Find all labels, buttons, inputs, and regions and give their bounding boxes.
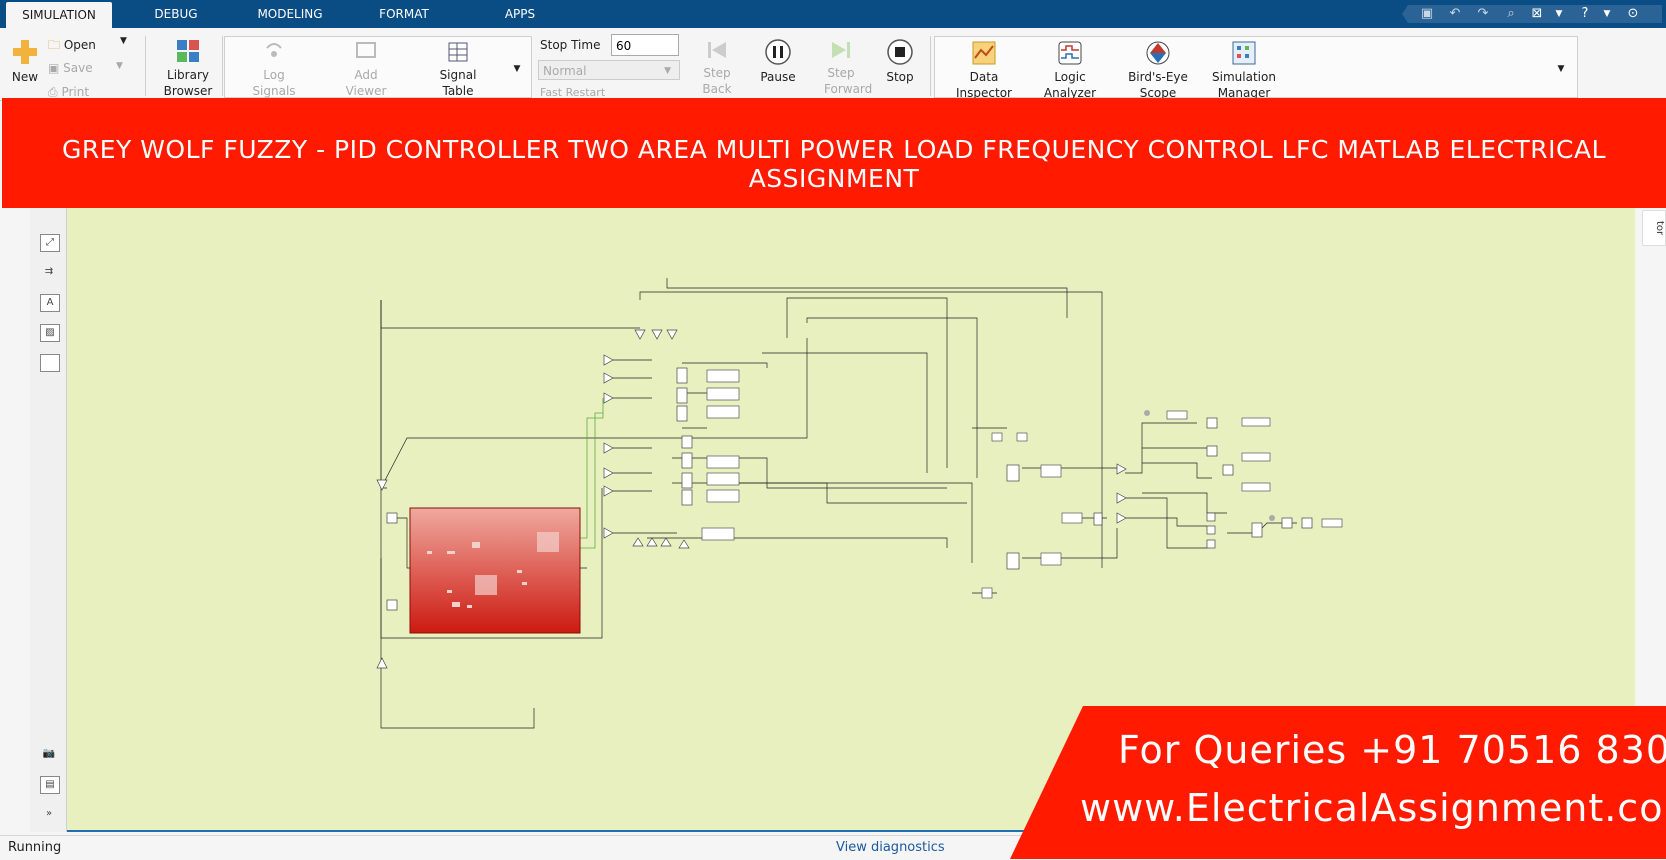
ribbon-tab-bar: SIMULATION DEBUG MODELING FORMAT APPS ▣ … bbox=[0, 0, 1666, 28]
chevron-down-icon: ▼ bbox=[664, 66, 671, 76]
undo-icon[interactable]: ↶ bbox=[1446, 5, 1464, 23]
step-forward-icon bbox=[832, 42, 850, 58]
stop-button[interactable]: Stop bbox=[880, 38, 920, 85]
expand-palette-icon[interactable]: » bbox=[40, 806, 58, 822]
review-expand-icon[interactable]: ▼ bbox=[1554, 64, 1568, 74]
step-back-button[interactable]: Step Back bbox=[700, 38, 734, 97]
annotation-icon[interactable]: A bbox=[40, 294, 60, 312]
simulation-manager-icon bbox=[1232, 41, 1256, 65]
log-signals-icon bbox=[266, 43, 282, 57]
tab-simulation[interactable]: SIMULATION bbox=[6, 2, 112, 28]
chevron-down-icon[interactable]: ▼ bbox=[1550, 5, 1568, 23]
step-back-icon bbox=[708, 42, 726, 58]
tab-apps[interactable]: APPS bbox=[468, 0, 572, 28]
community-icon[interactable]: ⊠ bbox=[1528, 5, 1546, 23]
website-text: www.ElectricalAssignment.com bbox=[1080, 786, 1666, 830]
help-icon[interactable]: ? bbox=[1576, 5, 1594, 23]
left-edge bbox=[0, 208, 30, 832]
property-inspector-tab[interactable]: tor bbox=[1642, 210, 1666, 246]
add-viewer-button[interactable]: Add Viewer bbox=[338, 40, 394, 99]
divider bbox=[930, 36, 931, 96]
view-diagnostics-link[interactable]: View diagnostics bbox=[836, 840, 945, 855]
stop-icon bbox=[887, 39, 913, 65]
fuzzy-controller-subsystem[interactable] bbox=[409, 507, 581, 634]
new-button[interactable]: New bbox=[8, 38, 42, 85]
search-icon[interactable]: ⌕ bbox=[1502, 5, 1520, 23]
title-banner: GREY WOLF FUZZY - PID CONTROLLER TWO ARE… bbox=[2, 98, 1666, 208]
simulation-mode-select[interactable]: Normal ▼ bbox=[538, 60, 680, 80]
save-button[interactable]: ▣ Save ▼ bbox=[48, 61, 138, 75]
data-inspector-icon bbox=[972, 41, 996, 65]
pause-icon bbox=[765, 39, 791, 65]
fit-to-view-icon[interactable]: ⤢ bbox=[40, 234, 60, 252]
birds-eye-scope-button[interactable]: Bird's-Eye Scope bbox=[1122, 40, 1194, 101]
minimize-toolstrip-icon[interactable]: ⊙ bbox=[1624, 5, 1642, 23]
status-bar: Running View diagnostics bbox=[0, 835, 1666, 860]
toolstrip: New 🗀 Open ▼ ▣ Save ▼ ⎙ Print Library Br… bbox=[0, 28, 1666, 101]
property-inspector-icon[interactable]: ▤ bbox=[40, 776, 60, 794]
redo-icon[interactable]: ↷ bbox=[1474, 5, 1492, 23]
library-browser-icon bbox=[177, 40, 199, 62]
signal-table-icon bbox=[448, 42, 468, 62]
stop-time-input[interactable]: 60 bbox=[611, 34, 679, 56]
pause-button[interactable]: Pause bbox=[758, 38, 798, 85]
camera-icon[interactable]: 📷 bbox=[40, 746, 58, 762]
area-icon[interactable] bbox=[40, 354, 60, 372]
stop-time-label: Stop Time bbox=[540, 38, 601, 52]
add-viewer-icon bbox=[356, 42, 376, 58]
divider bbox=[145, 36, 146, 96]
divider bbox=[222, 36, 223, 96]
simulation-status: Running bbox=[8, 840, 62, 855]
log-signals-button[interactable]: Log Signals bbox=[246, 40, 302, 99]
prepare-expand-icon[interactable]: ▼ bbox=[510, 64, 524, 74]
folder-icon: 🗀 bbox=[48, 38, 61, 52]
queries-phone-text: For Queries +91 70516 83009 bbox=[1118, 728, 1666, 772]
arrow-right-icon[interactable]: ⇉ bbox=[40, 264, 58, 280]
new-plus-icon bbox=[13, 40, 37, 64]
tab-format[interactable]: FORMAT bbox=[356, 0, 452, 28]
image-icon[interactable]: ▨ bbox=[40, 324, 60, 342]
banner-title: GREY WOLF FUZZY - PID CONTROLLER TWO ARE… bbox=[61, 135, 1607, 193]
birds-eye-scope-icon bbox=[1146, 41, 1170, 65]
save-icon[interactable]: ▣ bbox=[1418, 5, 1436, 23]
data-inspector-button[interactable]: Data Inspector bbox=[950, 40, 1018, 101]
open-dropdown-icon[interactable]: ▼ bbox=[120, 36, 127, 46]
logic-analyzer-icon bbox=[1058, 41, 1082, 65]
tab-debug[interactable]: DEBUG bbox=[128, 0, 224, 28]
open-button[interactable]: 🗀 Open ▼ bbox=[48, 36, 138, 57]
step-forward-button[interactable]: Step Forward bbox=[824, 38, 872, 97]
logic-analyzer-button[interactable]: Logic Analyzer bbox=[1036, 40, 1104, 101]
simulation-manager-button[interactable]: Simulation Manager bbox=[1206, 40, 1282, 101]
library-browser-button[interactable]: Library Browser bbox=[160, 38, 216, 99]
tab-modeling[interactable]: MODELING bbox=[240, 0, 340, 28]
save-dropdown-icon: ▼ bbox=[116, 61, 123, 71]
signal-table-button[interactable]: Signal Table bbox=[430, 40, 486, 99]
help-dropdown-icon[interactable]: ▼ bbox=[1598, 5, 1616, 23]
save-disk-icon: ▣ bbox=[48, 61, 60, 75]
printer-icon: ⎙ bbox=[48, 85, 58, 99]
